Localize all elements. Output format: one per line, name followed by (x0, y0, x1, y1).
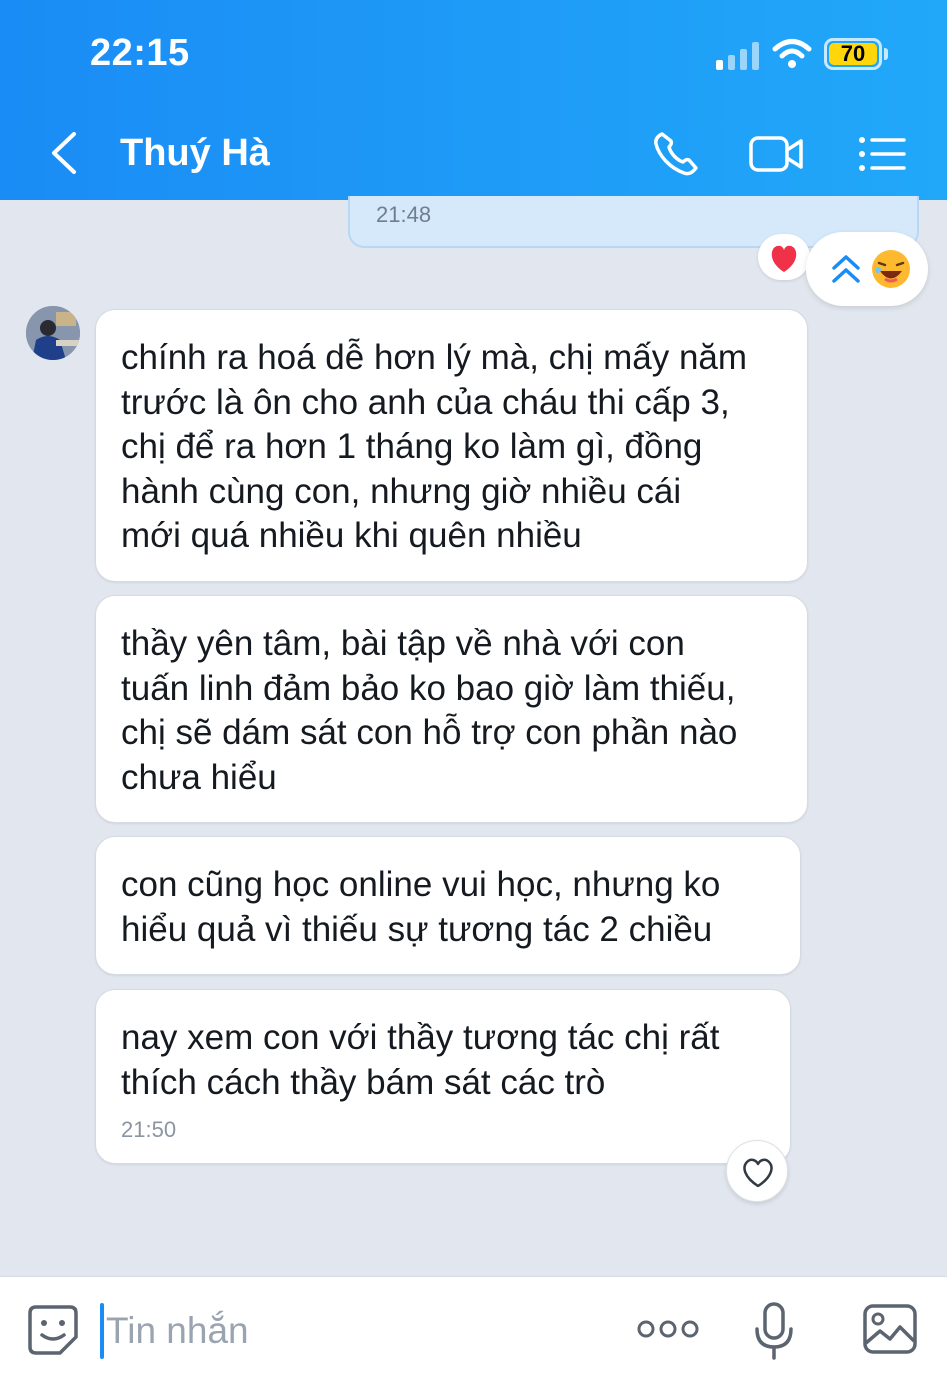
more-dots-icon[interactable] (636, 1317, 700, 1341)
status-time: 22:15 (90, 32, 190, 74)
cellular-signal-icon (716, 40, 762, 70)
received-message-bubble[interactable]: thầy yên tâm, bài tập về nhà với con tuấ… (95, 595, 808, 823)
chevron-left-icon[interactable] (44, 130, 84, 176)
reaction-pill[interactable] (806, 232, 928, 306)
microphone-icon[interactable] (752, 1301, 796, 1361)
chat-header: 22:15 70 Thuý Hà (0, 0, 947, 200)
video-camera-icon[interactable] (748, 128, 804, 180)
received-message-bubble[interactable]: con cũng học online vui học, nhưng ko hi… (95, 836, 801, 975)
message-time: 21:50 (121, 1117, 177, 1142)
message-input[interactable]: Tin nhắn (100, 1305, 580, 1357)
message-composer: Tin nhắn (0, 1276, 947, 1384)
message-line: thầy yên tâm, bài tập về nhà với con (121, 624, 685, 663)
message-line: thích cách thầy bám sát các trò (121, 1062, 606, 1102)
message-line: trước là ôn cho anh của cháu thi cấp 3, (121, 382, 730, 422)
message-line: chị sẽ dám sát con hỗ trợ con phần nào (121, 713, 738, 752)
battery-level: 70 (829, 43, 877, 65)
heart-outline-icon (743, 1158, 773, 1188)
received-message-bubble[interactable]: nay xem con với thầy tương tác chị rất t… (95, 989, 791, 1164)
message-line: chính ra hoá dễ hơn lý mà, chị mấy năm (121, 338, 748, 377)
contact-name[interactable]: Thuý Hà (120, 132, 270, 175)
battery-indicator: 70 (824, 38, 882, 70)
list-menu-icon[interactable] (856, 128, 912, 180)
message-line: nay xem con với thầy tương tác chị rất (121, 1018, 720, 1057)
laughing-face-icon[interactable] (870, 248, 912, 290)
message-line: hiểu quả vì thiếu sự tương tác 2 chiều (121, 909, 713, 949)
battery-tip (884, 48, 888, 60)
message-time: 21:48 (376, 202, 432, 227)
phone-icon[interactable] (650, 128, 706, 180)
image-icon[interactable] (862, 1303, 918, 1355)
wifi-icon (772, 39, 812, 68)
message-line: chưa hiểu (121, 757, 277, 797)
message-line: mới quá nhiều khi quên nhiều (121, 516, 582, 555)
smiley-sticker-icon[interactable] (26, 1303, 80, 1357)
like-button[interactable] (726, 1140, 788, 1202)
red-heart-icon[interactable] (758, 234, 810, 280)
received-message-bubble[interactable]: chính ra hoá dễ hơn lý mà, chị mấy năm t… (95, 309, 808, 582)
double-chevron-up-icon[interactable] (828, 250, 864, 288)
message-line: chị để ra hơn 1 tháng ko làm gì, đồng (121, 427, 703, 466)
message-line: tuấn linh đảm bảo ko bao giờ làm thiếu, (121, 668, 736, 708)
message-line: con cũng học online vui học, nhưng ko (121, 865, 721, 904)
message-line: hành cùng con, nhưng giờ nhiều cái (121, 471, 682, 511)
avatar[interactable] (26, 306, 80, 360)
